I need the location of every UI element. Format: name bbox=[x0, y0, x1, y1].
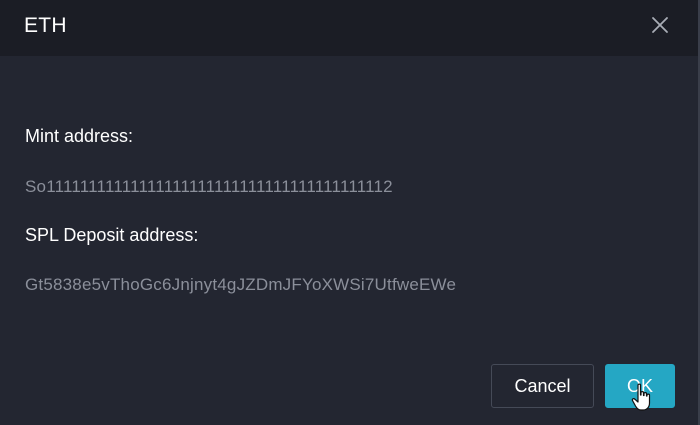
spl-deposit-address-value: Gt5838e5vThoGc6Jnjnyt4gJZDmJFYoXWSi7Utfw… bbox=[25, 275, 457, 294]
hand-pointer-icon bbox=[631, 383, 655, 413]
mint-address-label: Mint address: bbox=[25, 126, 134, 146]
close-icon[interactable] bbox=[648, 13, 672, 37]
token-info-dialog: ETH Mint address: So11111111111111111111… bbox=[0, 0, 700, 425]
spl-deposit-address-label: SPL Deposit address: bbox=[25, 225, 199, 245]
mint-address-value: So11111111111111111111111111111111111111… bbox=[25, 177, 393, 196]
dialog-title: ETH bbox=[24, 14, 67, 37]
dialog-header: ETH bbox=[0, 0, 698, 56]
cancel-button[interactable]: Cancel bbox=[491, 364, 594, 408]
